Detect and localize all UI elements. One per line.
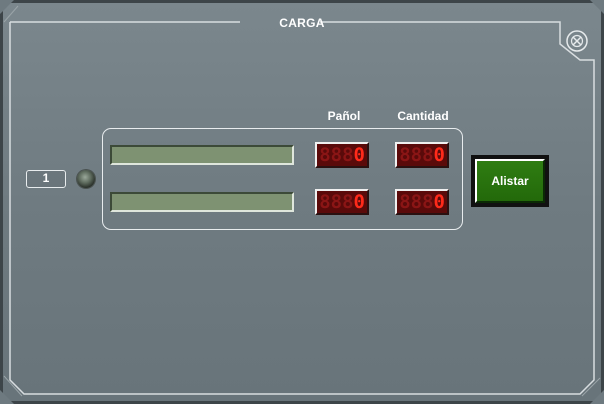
row-number-box: 1 [26,170,66,188]
cantidad-display-2-value: 0 [433,191,445,213]
panol-display-2-value: 0 [353,191,365,213]
column-header-panol: Pañol [327,109,361,123]
panel-title: CARGA [279,16,325,30]
column-header-cantidad: Cantidad [397,109,449,123]
cantidad-display-1-value: 0 [433,144,445,166]
panol-display-2-ghost: 888 [319,191,354,213]
cantidad-display-2-ghost: 888 [399,191,434,213]
cantidad-display-1-ghost: 888 [399,144,434,166]
panol-display-1-value: 0 [353,144,365,166]
panol-display-2[interactable]: 8880 [315,189,369,215]
cantidad-display-2[interactable]: 8880 [395,189,449,215]
status-led-icon [77,170,95,188]
alistar-button-label: Alistar [475,159,545,203]
alistar-button[interactable]: Alistar [471,155,549,207]
panol-display-1[interactable]: 8880 [315,142,369,168]
close-icon[interactable] [564,28,590,54]
item-field-1[interactable] [110,145,294,165]
cantidad-display-1[interactable]: 8880 [395,142,449,168]
panol-display-1-ghost: 888 [319,144,354,166]
item-field-2[interactable] [110,192,294,212]
